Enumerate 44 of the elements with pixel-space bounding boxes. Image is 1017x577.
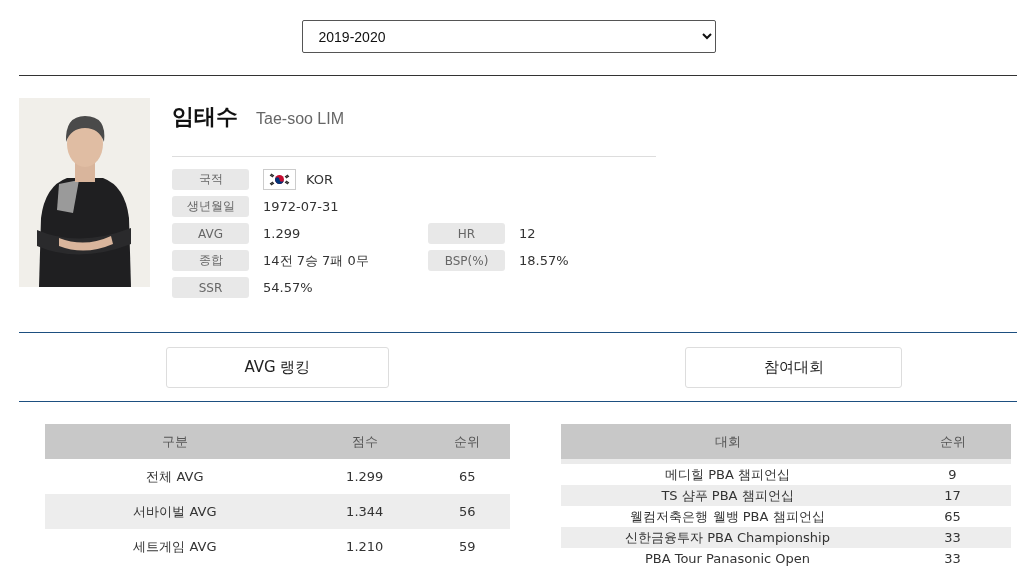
info-value: 1972-07-31 bbox=[263, 199, 340, 214]
info-label: 국적 bbox=[172, 169, 249, 190]
column-header: 구분 bbox=[45, 424, 305, 459]
column-header: 대회 bbox=[561, 424, 894, 459]
section-button[interactable]: AVG 랭킹 bbox=[166, 347, 389, 388]
flag-icon bbox=[263, 169, 296, 190]
info-label: AVG bbox=[172, 223, 249, 244]
table-cell: 웰컴저축은행 웰뱅 PBA 챔피언십 bbox=[561, 506, 894, 527]
table-cell: 메디힐 PBA 챔피언십 bbox=[561, 464, 894, 485]
section-button[interactable]: 참여대회 bbox=[685, 347, 902, 388]
info-value: KOR bbox=[306, 172, 334, 187]
table-cell: 9 bbox=[894, 464, 1011, 485]
table-cell: 1.344 bbox=[304, 494, 425, 529]
table-cell: 33 bbox=[894, 548, 1011, 569]
table-cell: 신한금융투자 PBA Championship bbox=[561, 527, 894, 548]
info-value: 18.57% bbox=[519, 253, 570, 268]
table-cell: 1.210 bbox=[304, 529, 425, 564]
player-name: 임태수 bbox=[172, 103, 238, 131]
season-select[interactable]: 2019-2020 bbox=[301, 20, 716, 53]
table-cell: 서바이벌 AVG bbox=[45, 494, 305, 529]
info-value: 1.299 bbox=[263, 226, 302, 241]
table-cell: 세트게임 AVG bbox=[45, 529, 305, 564]
table-cell: 65 bbox=[894, 506, 1011, 527]
info-value: 12 bbox=[519, 226, 537, 241]
table-cell: 1.299 bbox=[304, 459, 425, 494]
table-cell: 전체 AVG bbox=[45, 459, 305, 494]
player-english-name: Tae-soo LIM bbox=[256, 110, 345, 128]
info-label: HR bbox=[428, 223, 505, 244]
column-header: 순위 bbox=[894, 424, 1011, 459]
table-cell: 59 bbox=[424, 529, 510, 564]
table-cell: 17 bbox=[894, 485, 1011, 506]
table-cell: 56 bbox=[424, 494, 510, 529]
info-value: 14전 7승 7패 0무 bbox=[263, 251, 370, 270]
column-header: 점수 bbox=[304, 424, 425, 459]
info-label: 종합 bbox=[172, 250, 249, 271]
table-cell: 65 bbox=[424, 459, 510, 494]
table-cell: TS 샴푸 PBA 챔피언십 bbox=[561, 485, 894, 506]
column-header: 순위 bbox=[424, 424, 510, 459]
info-value: 54.57% bbox=[263, 280, 314, 295]
table-cell: 33 bbox=[894, 527, 1011, 548]
table-cell: PBA Tour Panasonic Open bbox=[561, 548, 894, 569]
info-label: 생년월일 bbox=[172, 196, 249, 217]
info-label: BSP(%) bbox=[428, 250, 505, 271]
info-label: SSR bbox=[172, 277, 249, 298]
